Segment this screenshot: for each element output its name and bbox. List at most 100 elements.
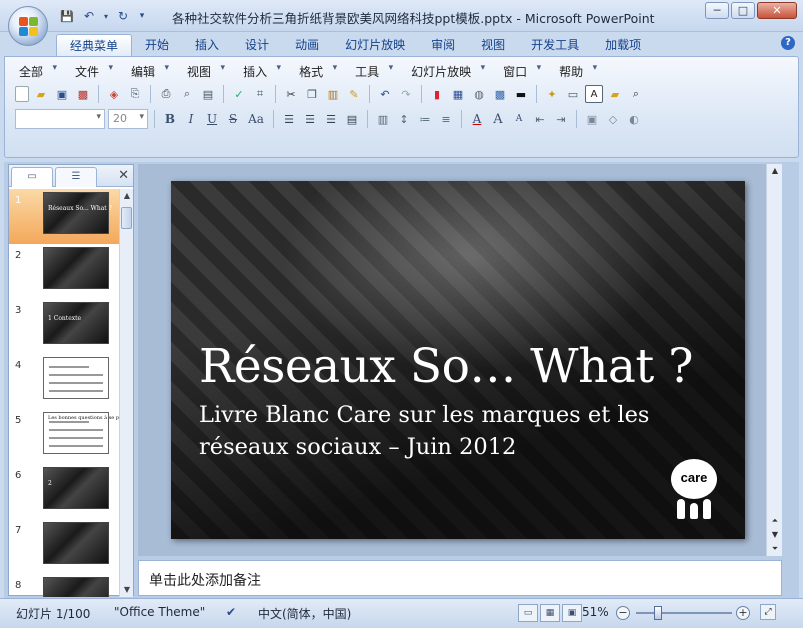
maximize-button[interactable]: □ bbox=[731, 2, 755, 19]
cut-icon[interactable]: ✂ bbox=[282, 85, 300, 103]
increase-indent-icon[interactable]: ⇥ bbox=[552, 110, 570, 128]
color-scheme-icon[interactable]: ▬ bbox=[512, 85, 530, 103]
attach-icon[interactable]: ⎘ bbox=[126, 85, 144, 103]
save-icon[interactable]: 💾 bbox=[58, 7, 76, 25]
close-button[interactable]: ✕ bbox=[757, 2, 797, 19]
shrink-font-button[interactable]: A bbox=[510, 110, 528, 128]
layout-icon[interactable]: ▭ bbox=[564, 85, 582, 103]
slide-thumbnail-row[interactable]: 1 Réseaux So... What ? bbox=[9, 189, 119, 244]
align-right-icon[interactable]: ☰ bbox=[322, 110, 340, 128]
permission-icon[interactable]: ▩ bbox=[74, 85, 92, 103]
numbering-icon[interactable]: ≔ bbox=[416, 110, 434, 128]
scroll-down-arrow-icon[interactable]: ▼ bbox=[767, 528, 783, 542]
next-slide-icon[interactable]: ⏷ bbox=[767, 542, 783, 556]
menu-item-4[interactable]: 插入 bbox=[239, 63, 281, 80]
research-icon[interactable]: ⌗ bbox=[251, 85, 269, 103]
shape-fill-icon[interactable]: ◐ bbox=[625, 110, 643, 128]
bold-button[interactable]: B bbox=[161, 110, 179, 128]
change-case-button[interactable]: Aa bbox=[245, 110, 267, 128]
chart-icon[interactable]: ▮ bbox=[428, 85, 446, 103]
scroll-up-arrow-icon[interactable]: ▲ bbox=[767, 164, 783, 178]
decrease-indent-icon[interactable]: ⇤ bbox=[531, 110, 549, 128]
tab-5[interactable]: 幻灯片放映 bbox=[332, 34, 418, 56]
menu-item-9[interactable]: 帮助 bbox=[555, 63, 597, 80]
tab-0[interactable]: 经典菜单 bbox=[56, 34, 133, 56]
slide-thumbnail-row[interactable]: 8 bbox=[9, 574, 119, 597]
slide-thumbnail-row[interactable]: 5 Les bonnes questions à se poser bbox=[9, 409, 119, 464]
tab-1[interactable]: 开始 bbox=[132, 34, 182, 56]
paste-icon[interactable]: ▥ bbox=[324, 85, 342, 103]
slide-thumbnail[interactable]: Réseaux So... What ? bbox=[43, 192, 112, 234]
bullets-icon[interactable]: ≡ bbox=[437, 110, 455, 128]
outline-view-icon[interactable]: ▤ bbox=[199, 85, 217, 103]
font-name-combo[interactable] bbox=[15, 109, 105, 129]
print-preview-icon[interactable]: ⌕ bbox=[178, 85, 196, 103]
menu-item-6[interactable]: 工具 bbox=[351, 63, 393, 80]
menu-item-1[interactable]: 文件 bbox=[71, 63, 113, 80]
menu-item-5[interactable]: 格式 bbox=[295, 63, 337, 80]
justify-icon[interactable]: ▤ bbox=[343, 110, 361, 128]
find-icon[interactable]: ⌕ bbox=[627, 85, 645, 103]
spelling-icon[interactable]: ✓ bbox=[230, 85, 248, 103]
slide-thumbnail[interactable] bbox=[43, 247, 109, 289]
columns-icon[interactable]: ▥ bbox=[374, 110, 392, 128]
text-box-icon[interactable]: A bbox=[585, 85, 603, 103]
font-color-button[interactable]: A bbox=[468, 110, 486, 128]
arrange-icon[interactable]: ▣ bbox=[583, 110, 601, 128]
tab-8[interactable]: 开发工具 bbox=[518, 34, 592, 56]
slideshow-icon[interactable]: ▣ bbox=[562, 604, 582, 622]
office-button[interactable] bbox=[8, 6, 48, 46]
format-painter-icon[interactable]: ✎ bbox=[345, 85, 363, 103]
undo-dropdown-icon[interactable]: ▾ bbox=[102, 7, 110, 25]
copy-icon[interactable]: ❐ bbox=[303, 85, 321, 103]
strikethrough-button[interactable]: S bbox=[224, 110, 242, 128]
shapes-icon[interactable]: ◇ bbox=[604, 110, 622, 128]
slide-thumbnail-row[interactable]: 3 1 Contexte bbox=[9, 299, 119, 354]
line-spacing-icon[interactable]: ↕ bbox=[395, 110, 413, 128]
slide-thumbnail[interactable] bbox=[43, 357, 109, 399]
slide-thumbnail[interactable] bbox=[43, 522, 109, 564]
save-icon[interactable]: ▣ bbox=[53, 85, 71, 103]
slide-thumbnail[interactable] bbox=[43, 577, 109, 597]
slide-thumbnail[interactable]: 2 bbox=[43, 467, 109, 509]
slide-thumbnail-row[interactable]: 62 bbox=[9, 464, 119, 519]
fit-to-window-icon[interactable]: ⤢ bbox=[760, 604, 776, 620]
open-folder-icon[interactable]: ▰ bbox=[32, 85, 50, 103]
undo-icon[interactable]: ↶ bbox=[376, 85, 394, 103]
menu-item-2[interactable]: 编辑 bbox=[127, 63, 169, 80]
menu-item-0[interactable]: 全部 bbox=[15, 63, 57, 80]
slide-subtitle[interactable]: Livre Blanc Care sur les marques et les … bbox=[199, 399, 699, 463]
zoom-level[interactable]: 51% bbox=[582, 605, 609, 619]
table-icon[interactable]: ▦ bbox=[449, 85, 467, 103]
picture-icon[interactable]: ▩ bbox=[491, 85, 509, 103]
print-icon[interactable]: ⎙ bbox=[157, 85, 175, 103]
grow-font-button[interactable]: A bbox=[489, 110, 507, 128]
undo-icon[interactable]: ↶ bbox=[80, 7, 98, 25]
help-icon[interactable]: ? bbox=[781, 36, 795, 50]
publish-icon[interactable]: ◈ bbox=[105, 85, 123, 103]
tab-2[interactable]: 插入 bbox=[182, 34, 232, 56]
scrollbar-thumb[interactable] bbox=[121, 207, 132, 229]
zoom-in-icon[interactable]: + bbox=[736, 606, 750, 620]
slide-thumbnail[interactable]: 1 Contexte bbox=[43, 302, 109, 344]
close-pane-icon[interactable]: ✕ bbox=[118, 168, 129, 183]
thumbnail-scrollbar[interactable]: ▲ ▼ bbox=[119, 189, 133, 597]
minimize-button[interactable]: ─ bbox=[705, 2, 729, 19]
align-left-icon[interactable]: ☰ bbox=[280, 110, 298, 128]
align-center-icon[interactable]: ☰ bbox=[301, 110, 319, 128]
new-slide-icon[interactable]: ✦ bbox=[543, 85, 561, 103]
zoom-knob[interactable] bbox=[654, 606, 662, 620]
slide-sorter-icon[interactable]: ▦ bbox=[540, 604, 560, 622]
slide-thumbnail-row[interactable]: 4 bbox=[9, 354, 119, 409]
normal-view-icon[interactable]: ▭ bbox=[518, 604, 538, 622]
slide-thumbnail-row[interactable]: 2 bbox=[9, 244, 119, 299]
outline-tab[interactable]: ☰ bbox=[55, 167, 97, 187]
theme-name[interactable]: "Office Theme" bbox=[114, 605, 205, 619]
zoom-out-icon[interactable]: − bbox=[616, 606, 630, 620]
zoom-track[interactable] bbox=[636, 612, 732, 614]
tab-3[interactable]: 设计 bbox=[232, 34, 282, 56]
scroll-up-arrow-icon[interactable]: ▲ bbox=[120, 189, 134, 203]
underline-button[interactable]: U bbox=[203, 110, 221, 128]
tab-7[interactable]: 视图 bbox=[468, 34, 518, 56]
notes-pane[interactable]: 单击此处添加备注 bbox=[138, 560, 782, 596]
